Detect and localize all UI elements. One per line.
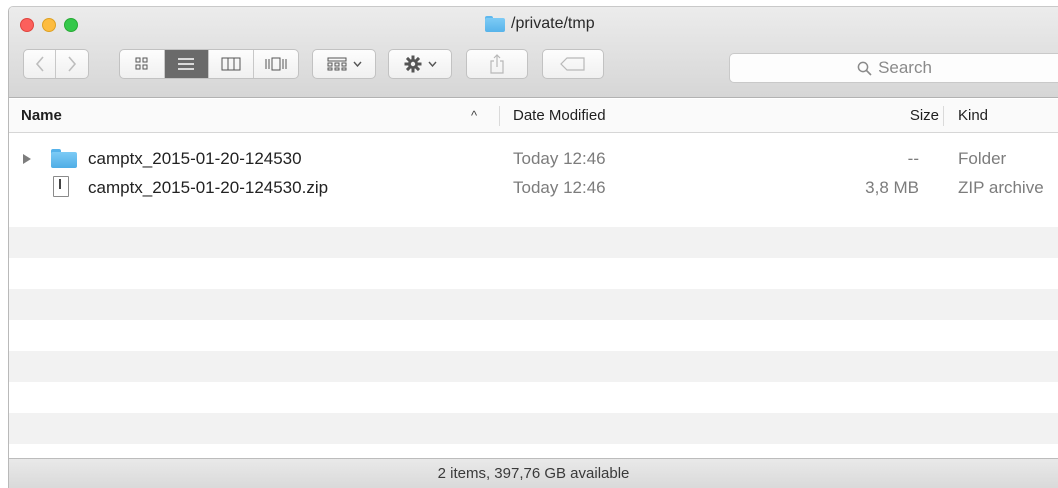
tag-button[interactable] xyxy=(542,49,604,79)
cover-flow-view-icon xyxy=(265,57,287,71)
search-field[interactable]: Search xyxy=(729,53,1058,83)
column-header-name[interactable]: Name xyxy=(21,99,62,133)
column-header: Name ^ Date Modified Size Kind xyxy=(9,99,1058,133)
file-date-modified: Today 12:46 xyxy=(513,178,606,197)
status-text: 2 items, 397,76 GB available xyxy=(437,465,630,482)
table-row[interactable]: camptx_2015-01-20-124530 Today 12:46 -- … xyxy=(9,146,1058,171)
list-view-icon xyxy=(178,58,195,70)
cover-flow-view-button[interactable] xyxy=(254,50,298,78)
list-stripe xyxy=(9,227,1058,258)
disclosure-triangle-icon[interactable] xyxy=(23,154,31,164)
title-bar: /private/tmp Search xyxy=(9,7,1058,98)
navigation-buttons xyxy=(23,49,89,79)
icon-view-icon xyxy=(135,57,148,70)
column-header-kind[interactable]: Kind xyxy=(958,99,988,133)
icon-view-button[interactable] xyxy=(120,50,165,78)
column-divider[interactable] xyxy=(499,106,500,126)
share-button[interactable] xyxy=(466,49,528,79)
chevron-down-icon xyxy=(427,61,437,67)
tag-icon xyxy=(560,57,585,71)
window-title: /private/tmp xyxy=(511,15,595,32)
forward-button[interactable] xyxy=(56,50,88,78)
share-icon xyxy=(490,54,504,74)
column-divider[interactable] xyxy=(943,106,944,126)
file-kind: Folder xyxy=(958,149,1007,168)
file-size: 3,8 MB xyxy=(865,178,919,197)
column-header-size[interactable]: Size xyxy=(869,99,939,133)
status-bar: 2 items, 397,76 GB available xyxy=(9,458,1058,488)
column-header-date-modified[interactable]: Date Modified xyxy=(513,99,606,133)
file-date-modified: Today 12:46 xyxy=(513,149,606,168)
list-stripe xyxy=(9,413,1058,444)
column-view-icon xyxy=(221,57,241,71)
list-view-button[interactable] xyxy=(164,50,209,78)
file-kind: ZIP archive xyxy=(958,178,1044,197)
back-button[interactable] xyxy=(24,50,56,78)
search-icon xyxy=(857,61,872,76)
view-mode-selector xyxy=(119,49,299,79)
list-stripe xyxy=(9,289,1058,320)
list-stripe xyxy=(9,351,1058,382)
zoom-window-button[interactable] xyxy=(64,18,78,32)
window-title-area: /private/tmp xyxy=(485,15,595,33)
close-window-button[interactable] xyxy=(20,18,34,32)
arrange-grid-icon xyxy=(327,57,346,71)
arrange-button[interactable] xyxy=(312,49,376,79)
file-name: camptx_2015-01-20-124530.zip xyxy=(88,178,329,197)
minimize-window-button[interactable] xyxy=(42,18,56,32)
finder-window: /private/tmp Search Name ^ Date Modified… xyxy=(8,6,1058,488)
chevron-down-icon xyxy=(352,61,362,67)
file-name: camptx_2015-01-20-124530 xyxy=(88,149,302,168)
search-placeholder: Search xyxy=(878,58,932,77)
table-row[interactable]: camptx_2015-01-20-124530.zip Today 12:46… xyxy=(9,175,1058,200)
column-view-button[interactable] xyxy=(209,50,254,78)
chevron-left-icon xyxy=(35,56,44,72)
sort-ascending-icon: ^ xyxy=(471,108,478,123)
folder-icon xyxy=(51,149,77,168)
file-size: -- xyxy=(907,149,919,168)
file-list: camptx_2015-01-20-124530 Today 12:46 -- … xyxy=(9,134,1058,458)
action-button[interactable] xyxy=(388,49,452,79)
zip-file-icon xyxy=(53,176,69,197)
folder-icon xyxy=(485,16,505,32)
chevron-right-icon xyxy=(68,56,77,72)
gear-icon xyxy=(404,55,421,73)
